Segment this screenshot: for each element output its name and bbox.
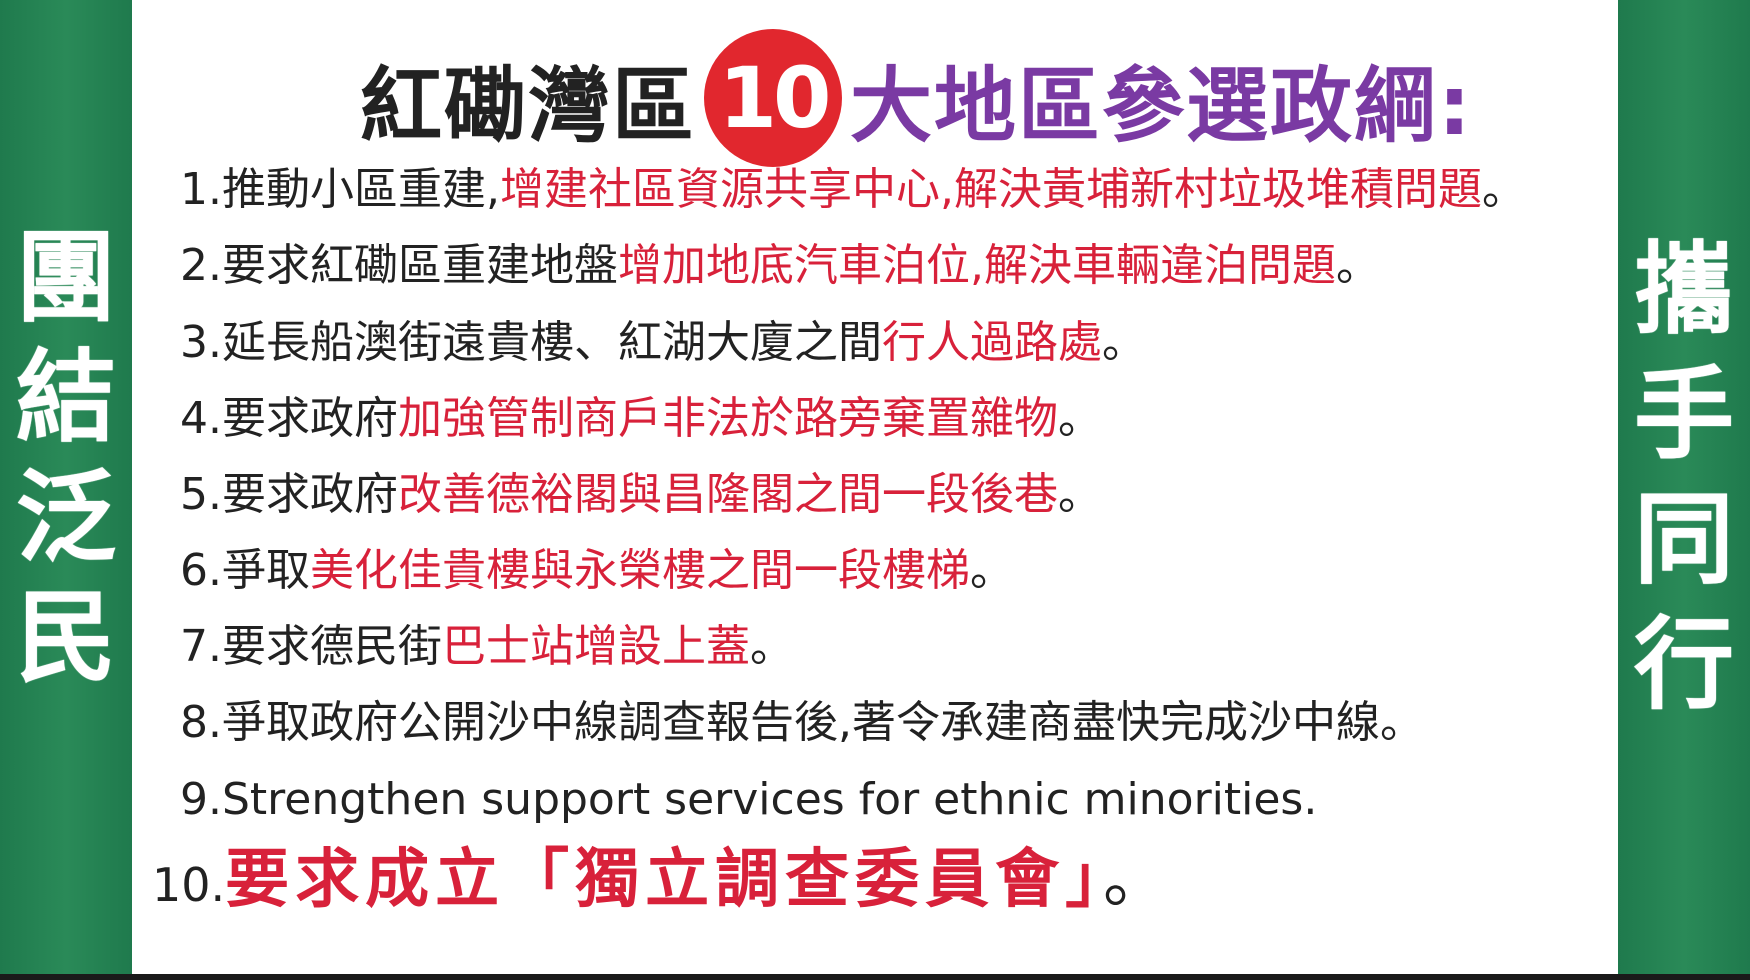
item-text: 要求德民街 <box>221 621 442 672</box>
title-number-badge: 10 <box>704 29 843 167</box>
item-highlight: 增加地底汽車泊位,解決車輛違泊問題 <box>617 240 1336 291</box>
right-slogan: 攜 手 同 行 <box>1618 240 1750 740</box>
left-slogan: 團 結 泛 民 <box>0 228 132 708</box>
left-slogan-char: 泛 <box>16 459 116 576</box>
item-text: 爭取政府公開沙中線調查報告後,著令承建商盡快完成沙中線 <box>221 697 1380 748</box>
list-item: 8.爭取政府公開沙中線調查報告後,著令承建商盡快完成沙中線。 <box>180 693 1424 753</box>
item-highlight: 行人過路處 <box>881 317 1102 368</box>
item-text: 要求政府 <box>221 393 398 444</box>
list-item: 4.要求政府加強管制商戶非法於路旁棄置雜物。 <box>180 389 1102 449</box>
item-text: 要求紅磡區重建地盤 <box>221 240 618 291</box>
list-item: 1.推動小區重建,增建社區資源共享中心,解決黃埔新村垃圾堆積問題。 <box>180 160 1526 220</box>
right-slogan-char: 同 <box>1634 481 1734 598</box>
list-item: 6.爭取美化佳貴樓與永榮樓之間一段樓梯。 <box>180 541 1014 601</box>
item-number: 9. <box>180 774 222 825</box>
left-slogan-char: 結 <box>16 339 116 456</box>
item-end: 。 <box>1335 240 1380 291</box>
page-title: 紅磡灣區 10 大地區參選政綱: <box>360 29 1473 167</box>
right-slogan-char: 攜 <box>1634 231 1734 348</box>
item-end: 。 <box>1379 697 1424 748</box>
list-item: 2.要求紅磡區重建地盤增加地底汽車泊位,解決車輛違泊問題。 <box>180 236 1380 296</box>
right-slogan-banner: 攜 手 同 行 <box>1618 0 1750 980</box>
item-text: 爭取 <box>221 545 310 596</box>
item-number: 7. <box>180 621 222 672</box>
manifesto-card: 團 結 泛 民 攜 手 同 行 紅磡灣區 10 大地區參選政綱: 1.推動小區重… <box>0 0 1750 980</box>
item-number: 3. <box>180 317 222 368</box>
item-end: 。 <box>1057 393 1102 444</box>
item-text: 推動小區重建, <box>221 164 500 215</box>
list-item: 5.要求政府改善德裕閣與昌隆閣之間一段後巷。 <box>180 465 1102 525</box>
item-number: 4. <box>180 393 222 444</box>
right-slogan-char: 手 <box>1634 356 1734 473</box>
item-highlight: 加強管制商戶非法於路旁棄置雜物 <box>397 393 1058 444</box>
item-text: 要求政府 <box>221 469 398 520</box>
item-text: 延長船澳街遠貴樓、紅湖大廈之間 <box>221 317 882 368</box>
left-slogan-char: 民 <box>16 579 116 696</box>
item-number: 2. <box>180 240 222 291</box>
list-item: 7.要求德民街巴士站增設上蓋。 <box>180 617 794 677</box>
item-end: 。 <box>1103 843 1168 917</box>
item-number: 1. <box>180 164 222 215</box>
item-highlight: 改善德裕閣與昌隆閣之間一段後巷 <box>397 469 1058 520</box>
item-highlight: 美化佳貴樓與永榮樓之間一段樓梯 <box>309 545 970 596</box>
item-end: 。 <box>1101 317 1146 368</box>
item-end: 。 <box>749 621 794 672</box>
bottom-border <box>0 974 1750 980</box>
item-number: 8. <box>180 697 222 748</box>
item-highlight: 巴士站增設上蓋 <box>441 621 750 672</box>
left-slogan-char: 團 <box>16 219 116 336</box>
title-district: 紅磡灣區 <box>360 58 697 154</box>
list-item: 9.Strengthen support services for ethnic… <box>180 770 1317 830</box>
list-item: 10.要求成立「獨立調查委員會」。 <box>152 840 1167 925</box>
item-end: 。 <box>1057 469 1102 520</box>
item-number: 5. <box>180 469 222 520</box>
item-highlight: 要求成立「獨立調查委員會」 <box>225 843 1104 917</box>
item-number: 6. <box>180 545 222 596</box>
item-number: 10. <box>152 858 226 912</box>
item-end: 。 <box>1481 164 1526 215</box>
item-highlight: 增建社區資源共享中心,解決黃埔新村垃圾堆積問題 <box>499 164 1482 215</box>
left-slogan-banner: 團 結 泛 民 <box>0 0 132 980</box>
item-end: 。 <box>969 545 1014 596</box>
item-text: Strengthen support services for ethnic m… <box>221 774 1318 825</box>
right-slogan-char: 行 <box>1634 606 1734 723</box>
title-platform: 大地區參選政綱: <box>850 58 1473 154</box>
list-item: 3.延長船澳街遠貴樓、紅湖大廈之間行人過路處。 <box>180 313 1146 373</box>
